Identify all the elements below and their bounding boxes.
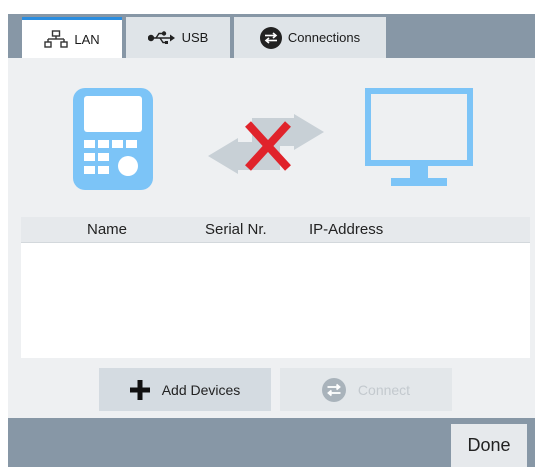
- add-devices-button[interactable]: Add Devices: [99, 368, 271, 411]
- device-table: Name Serial Nr. IP-Address: [21, 217, 530, 358]
- column-header-name[interactable]: Name: [87, 221, 127, 238]
- connection-dialog: LAN USB Connections Name Serial Nr. IP-A…: [8, 14, 535, 467]
- connection-status-panel: [8, 58, 535, 218]
- tab-usb[interactable]: USB: [126, 17, 230, 58]
- handheld-device-icon: [73, 88, 153, 195]
- tab-connections[interactable]: Connections: [234, 17, 386, 58]
- tab-connections-label: Connections: [287, 30, 361, 45]
- done-button[interactable]: Done: [451, 424, 527, 467]
- table-header: Name Serial Nr. IP-Address: [21, 217, 530, 243]
- column-header-serial[interactable]: Serial Nr.: [205, 221, 267, 238]
- swap-arrows-icon: [259, 26, 282, 49]
- connect-label: Connect: [357, 381, 411, 398]
- connect-button[interactable]: Connect: [280, 368, 452, 411]
- tab-lan-label: LAN: [74, 31, 100, 47]
- swap-arrows-icon: [321, 377, 346, 402]
- column-header-ip-address[interactable]: IP-Address: [309, 221, 383, 238]
- monitor-icon: [365, 88, 473, 195]
- usb-icon: [147, 30, 176, 45]
- tab-bar: LAN USB Connections: [8, 14, 535, 58]
- disconnected-arrows-icon: [208, 114, 324, 181]
- tab-lan[interactable]: LAN: [22, 17, 122, 58]
- network-icon: [44, 30, 69, 48]
- footer-bar: Done: [8, 418, 535, 467]
- add-devices-label: Add Devices: [161, 381, 241, 398]
- tab-usb-label: USB: [181, 30, 209, 45]
- plus-icon: [129, 379, 150, 400]
